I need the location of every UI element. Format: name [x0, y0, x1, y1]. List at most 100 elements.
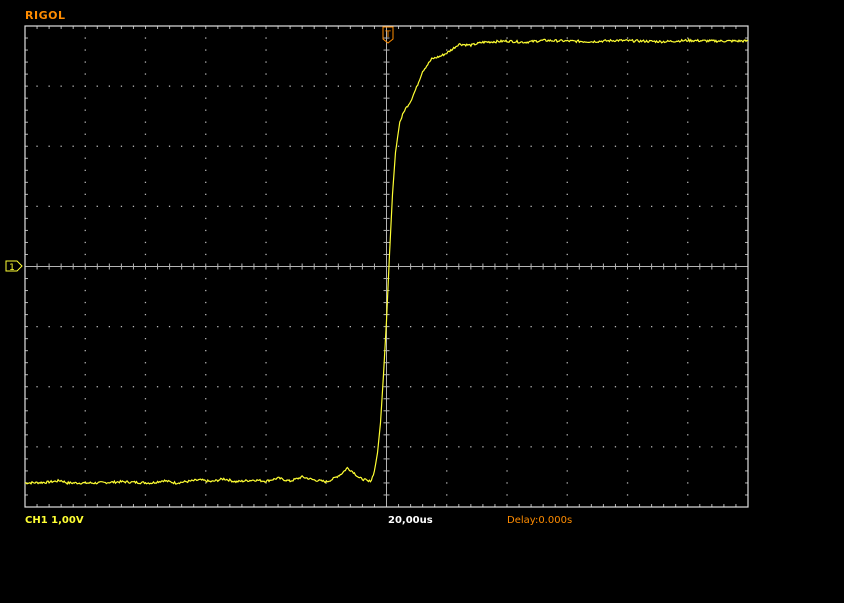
- grid-dot: [410, 85, 412, 87]
- grid-dot: [446, 169, 448, 171]
- grid-dot: [482, 85, 484, 87]
- grid-dot: [325, 85, 327, 87]
- grid-dot: [626, 410, 629, 412]
- grid-dot: [626, 362, 629, 364]
- grid-dot: [530, 205, 532, 207]
- grid-dot: [144, 301, 147, 304]
- grid-dot: [422, 205, 424, 207]
- grid-dot: [518, 85, 520, 87]
- grid-dot: [241, 326, 243, 328]
- grid-dot: [506, 109, 508, 111]
- grid-dot: [638, 145, 641, 147]
- grid-dot: [277, 386, 279, 388]
- grid-dot: [626, 326, 629, 328]
- grid-dot: [434, 386, 436, 388]
- grid-dot: [205, 109, 207, 111]
- grid-dot: [626, 314, 629, 316]
- grid-dot: [446, 494, 448, 496]
- grid-dot: [687, 422, 689, 424]
- ch1-offset-marker[interactable]: 1: [5, 260, 23, 273]
- grid-dot: [265, 181, 267, 183]
- grid-dot: [361, 85, 364, 87]
- grid-dot: [626, 49, 629, 51]
- grid-dot: [60, 326, 62, 328]
- grid-dot: [289, 386, 291, 388]
- grid-dot: [410, 326, 412, 328]
- grid-dot: [84, 253, 86, 256]
- grid-dot: [181, 446, 183, 448]
- trigger-position-marker[interactable]: T: [382, 26, 394, 44]
- grid-dot: [506, 181, 508, 183]
- grid-dot: [205, 422, 207, 424]
- grid-dot: [506, 374, 508, 376]
- grid-dot: [506, 422, 508, 424]
- grid-dot: [144, 85, 147, 87]
- grid-dot: [446, 410, 448, 412]
- ch1-scale-readout[interactable]: CH1 1,00V: [25, 515, 84, 526]
- grid-dot: [723, 85, 725, 87]
- grid-dot: [687, 121, 689, 123]
- grid-dot: [626, 97, 629, 99]
- grid-dot: [84, 494, 86, 496]
- grid-dot: [566, 241, 568, 244]
- grid-dot: [711, 326, 713, 328]
- grid-dot: [566, 422, 568, 424]
- grid-dot: [144, 145, 147, 147]
- grid-dot: [193, 205, 195, 207]
- grid-dot: [361, 446, 364, 448]
- grid-dot: [687, 193, 689, 195]
- grid-dot: [626, 458, 629, 460]
- grid-dot: [60, 386, 62, 388]
- grid-dot: [325, 350, 327, 352]
- grid-dot: [651, 205, 653, 207]
- grid-dot: [410, 145, 412, 147]
- grid-dot: [506, 326, 508, 328]
- grid-dot: [325, 37, 327, 39]
- grid-dot: [518, 205, 520, 207]
- grid-dot: [277, 205, 279, 207]
- grid-dot: [361, 386, 364, 388]
- grid-dot: [84, 314, 86, 316]
- grid-dot: [168, 326, 171, 328]
- grid-dot: [229, 145, 231, 147]
- grid-dot: [265, 374, 267, 376]
- grid-dot: [181, 205, 183, 207]
- grid-dot: [446, 229, 448, 232]
- grid-dot: [566, 193, 568, 195]
- grid-dot: [675, 386, 677, 388]
- grid-dot: [325, 470, 327, 472]
- grid-dot: [72, 85, 74, 87]
- grid-dot: [120, 446, 123, 448]
- grid-dot: [494, 145, 496, 147]
- grid-dot: [84, 386, 86, 388]
- grid-dot: [687, 97, 689, 99]
- grid-dot: [337, 446, 339, 448]
- grid-dot: [422, 326, 424, 328]
- grid-dot: [217, 205, 219, 207]
- grid-dot: [554, 145, 556, 147]
- grid-dot: [530, 386, 532, 388]
- grid-dot: [181, 145, 183, 147]
- grid-dot: [675, 145, 677, 147]
- grid-dot: [687, 133, 689, 135]
- grid-dot: [265, 109, 267, 111]
- grid-dot: [84, 470, 86, 472]
- delay-readout[interactable]: Delay:0.000s: [507, 515, 572, 526]
- grid-dot: [265, 145, 267, 147]
- grid-dot: [506, 253, 508, 256]
- grid-dot: [470, 386, 472, 388]
- grid-dot: [446, 133, 448, 135]
- grid-dot: [506, 289, 508, 292]
- grid-dot: [265, 61, 267, 63]
- grid-dot: [458, 205, 460, 207]
- grid-dot: [687, 169, 689, 171]
- grid-dot: [325, 109, 327, 111]
- timebase-readout[interactable]: 20,00us: [388, 515, 433, 526]
- grid-dot: [36, 446, 38, 448]
- grid-dot: [84, 229, 86, 232]
- grid-dot: [687, 145, 689, 147]
- grid-dot: [506, 494, 508, 496]
- grid-dot: [614, 205, 617, 207]
- grid-dot: [48, 326, 50, 328]
- grid-dot: [325, 410, 327, 412]
